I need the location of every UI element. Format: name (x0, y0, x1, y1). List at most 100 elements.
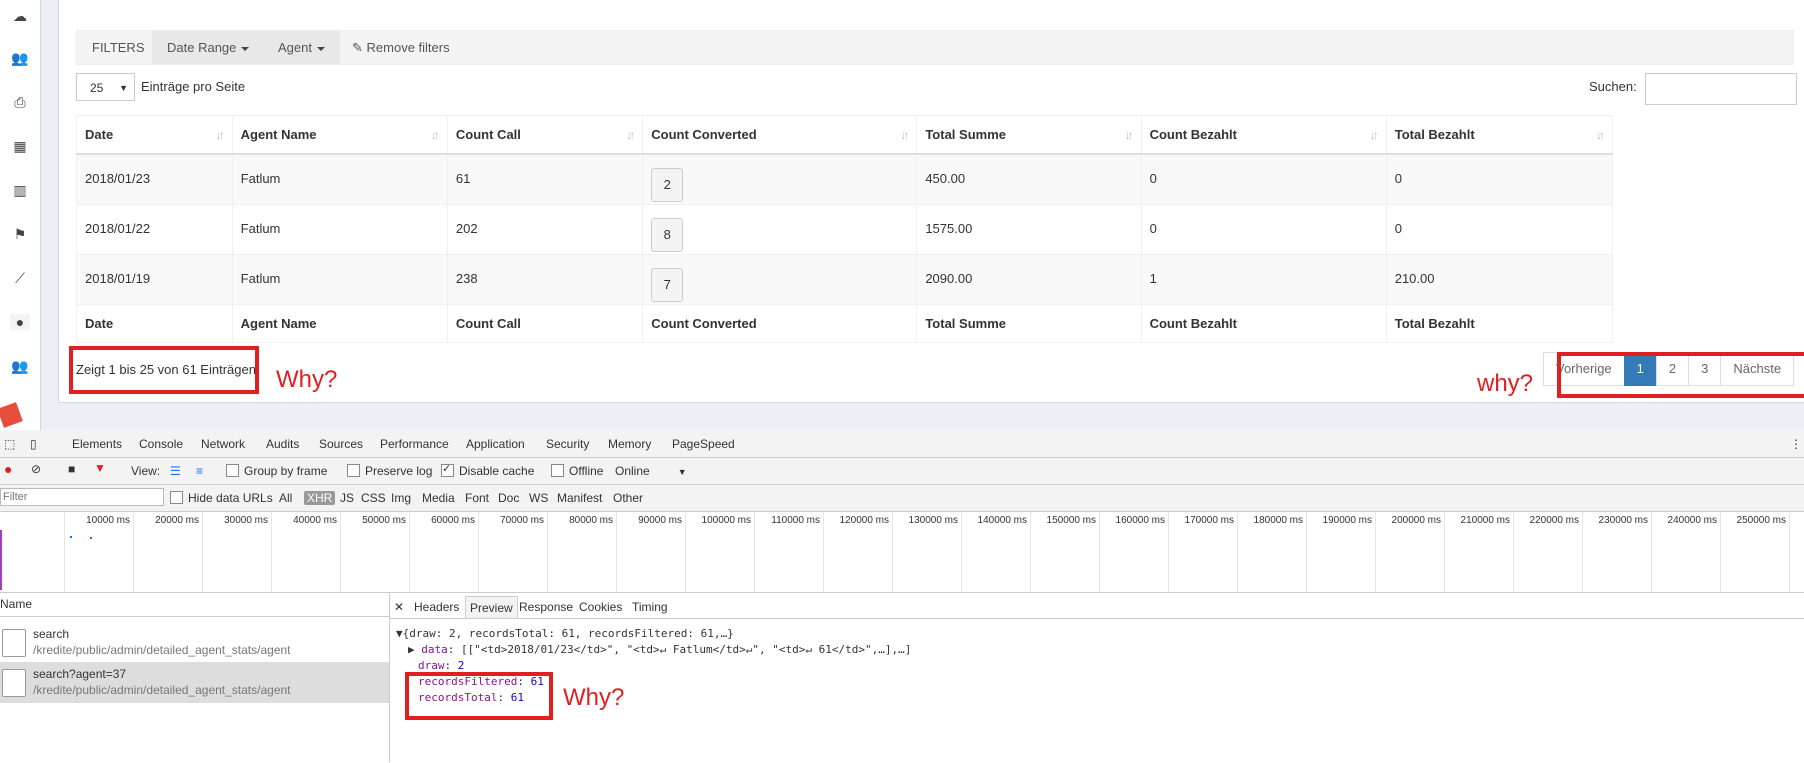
large-rows-icon[interactable]: ☰ (170, 464, 181, 478)
timeline-tick-label: 210000 ms (1460, 515, 1510, 526)
timeline-tick-label: 160000 ms (1115, 515, 1165, 526)
cell-count-call: 238 (446, 253, 644, 305)
column-header-date[interactable]: Date ↓↑ (76, 115, 233, 155)
type-xhr[interactable]: XHR (304, 491, 336, 505)
tab-performance[interactable]: Performance (380, 437, 449, 451)
tab-memory[interactable]: Memory (608, 437, 651, 451)
cloud-upload-icon[interactable]: ☁ (10, 8, 30, 24)
remove-filters-button[interactable]: ✎ Remove filters (352, 31, 450, 64)
count-converted-button[interactable]: 2 (651, 168, 684, 202)
timeline-tick: 40000 ms (271, 512, 341, 592)
search-input[interactable] (1645, 73, 1797, 105)
page-length-label: Einträge pro Seite (141, 79, 246, 94)
type-doc[interactable]: Doc (498, 491, 519, 505)
column-header-agent-name[interactable]: Agent Name ↓↑ (231, 115, 448, 155)
tab-timing[interactable]: Timing (632, 600, 668, 614)
page-length-select[interactable]: 25 ▼ (76, 73, 135, 101)
tab-security[interactable]: Security (546, 437, 589, 451)
users-icon[interactable]: 👥 (10, 358, 30, 374)
type-ws[interactable]: WS (529, 491, 548, 505)
tab-audits[interactable]: Audits (266, 437, 299, 451)
user-secret-icon[interactable]: ● (10, 314, 30, 330)
agent-dropdown[interactable]: Agent (263, 31, 340, 64)
request-path: /kredite/public/admin/detailed_agent_sta… (33, 683, 291, 697)
tab-pagespeed[interactable]: PageSpeed (672, 437, 735, 451)
users-icon[interactable]: 👥 (10, 50, 30, 66)
json-root[interactable]: ▼{draw: 2, recordsTotal: 61, recordsFilt… (396, 626, 911, 642)
type-js[interactable]: JS (340, 491, 354, 505)
hide-data-urls-checkbox[interactable]: Hide data URLs (170, 491, 273, 505)
tab-console[interactable]: Console (139, 437, 183, 451)
cell-count-bezahlt: 0 (1140, 203, 1387, 255)
cell-total-bezahlt: 0 (1385, 153, 1614, 205)
tab-application[interactable]: Application (466, 437, 525, 451)
type-font[interactable]: Font (465, 491, 489, 505)
more-menu-icon[interactable]: ⋮ (1790, 437, 1802, 451)
devtools-tabbar: ⬚ ▯ Elements Console Network Audits Sour… (0, 430, 1804, 458)
timeline-tick: 210000 ms (1444, 512, 1514, 592)
column-header-total-bezahlt[interactable]: Total Bezahlt ↓↑ (1385, 115, 1614, 155)
column-header-total-summe[interactable]: Total Summe ↓↑ (916, 115, 1142, 155)
inspect-icon[interactable]: ⬚ (4, 437, 15, 451)
tab-headers[interactable]: Headers (414, 600, 459, 614)
flag-icon[interactable]: ⚑ (10, 226, 30, 242)
offline-checkbox[interactable]: Offline (551, 464, 603, 478)
filter-icon[interactable]: ▼ (94, 461, 106, 475)
timeline-tick-label: 50000 ms (362, 515, 406, 526)
bar-chart-icon[interactable]: ▥ (10, 182, 30, 198)
type-img[interactable]: Img (391, 491, 411, 505)
footer-total-bezahlt: Total Bezahlt (1385, 303, 1614, 343)
clear-icon[interactable]: ⊘ (31, 462, 41, 476)
date-range-dropdown[interactable]: Date Range (152, 31, 265, 64)
print-icon[interactable]: ⎙ (10, 94, 30, 110)
timeline-tick: 90000 ms (616, 512, 686, 592)
column-header-count-bezahlt[interactable]: Count Bezahlt ↓↑ (1140, 115, 1387, 155)
type-all[interactable]: All (279, 491, 292, 505)
record-icon[interactable]: ● (4, 461, 12, 477)
cell-total-summe: 1575.00 (916, 203, 1142, 255)
tab-cookies[interactable]: Cookies (579, 600, 622, 614)
count-converted-button[interactable]: 7 (651, 267, 684, 302)
throttling-select[interactable]: Online ▼ (615, 464, 687, 478)
timeline-tick: 50000 ms (340, 512, 410, 592)
preserve-log-checkbox[interactable]: Preserve log (347, 464, 432, 478)
dashboard-icon[interactable]: ▦ (10, 138, 30, 154)
cell-count-call: 202 (446, 203, 644, 255)
chevron-down-icon: ▼ (677, 467, 687, 477)
type-manifest[interactable]: Manifest (557, 491, 602, 505)
network-toolbar: ● ⊘ ■ ▼ View: ☰ ≡ Group by frame Preserv… (0, 458, 1804, 485)
tab-network[interactable]: Network (201, 437, 245, 451)
timeline-tick-label: 40000 ms (293, 515, 337, 526)
name-column-header[interactable]: Name (0, 593, 389, 617)
type-media[interactable]: Media (422, 491, 455, 505)
waterfall-icon[interactable]: ≡ (196, 464, 203, 478)
tab-sources[interactable]: Sources (319, 437, 363, 451)
timeline-tick-label: 170000 ms (1184, 515, 1234, 526)
disable-cache-checkbox[interactable]: Disable cache (441, 462, 534, 478)
request-path: /kredite/public/admin/detailed_agent_sta… (33, 643, 291, 657)
device-toggle-icon[interactable]: ▯ (30, 437, 37, 451)
request-row-selected[interactable]: search?agent=37 /kredite/public/admin/de… (0, 663, 389, 703)
type-css[interactable]: CSS (361, 491, 386, 505)
network-timeline[interactable]: 10000 ms 20000 ms 30000 ms 40000 ms 50000 ms… (0, 512, 1804, 593)
tab-elements[interactable]: Elements (72, 437, 122, 451)
group-by-frame-checkbox[interactable]: Group by frame (226, 464, 327, 478)
line-chart-icon[interactable]: ⟋ (10, 270, 30, 286)
timeline-tick: 20000 ms (133, 512, 203, 592)
column-header-count-call[interactable]: Count Call ↓↑ (446, 115, 644, 155)
timeline-tick-label: 140000 ms (977, 515, 1027, 526)
count-converted-button[interactable]: 8 (651, 217, 684, 252)
tab-response[interactable]: Response (519, 600, 573, 614)
screenshot-icon[interactable]: ■ (68, 462, 75, 476)
filter-input[interactable] (0, 488, 164, 506)
request-row[interactable]: search /kredite/public/admin/detailed_ag… (0, 623, 389, 663)
column-header-count-converted[interactable]: Count Converted ↓↑ (642, 115, 918, 155)
filters-label: FILTERS (92, 40, 145, 55)
timeline-tick: 260000 ms (1789, 512, 1804, 592)
timeline-tick-label: 110000 ms (771, 515, 820, 526)
type-other[interactable]: Other (613, 491, 643, 505)
json-data-row[interactable]: ▶ data: [["<td>2018/01/23</td>", "<td>↵ … (396, 642, 911, 658)
close-icon[interactable]: ✕ (394, 600, 404, 614)
tab-preview[interactable]: Preview (465, 596, 518, 618)
timeline-tick-label: 120000 ms (839, 515, 889, 526)
